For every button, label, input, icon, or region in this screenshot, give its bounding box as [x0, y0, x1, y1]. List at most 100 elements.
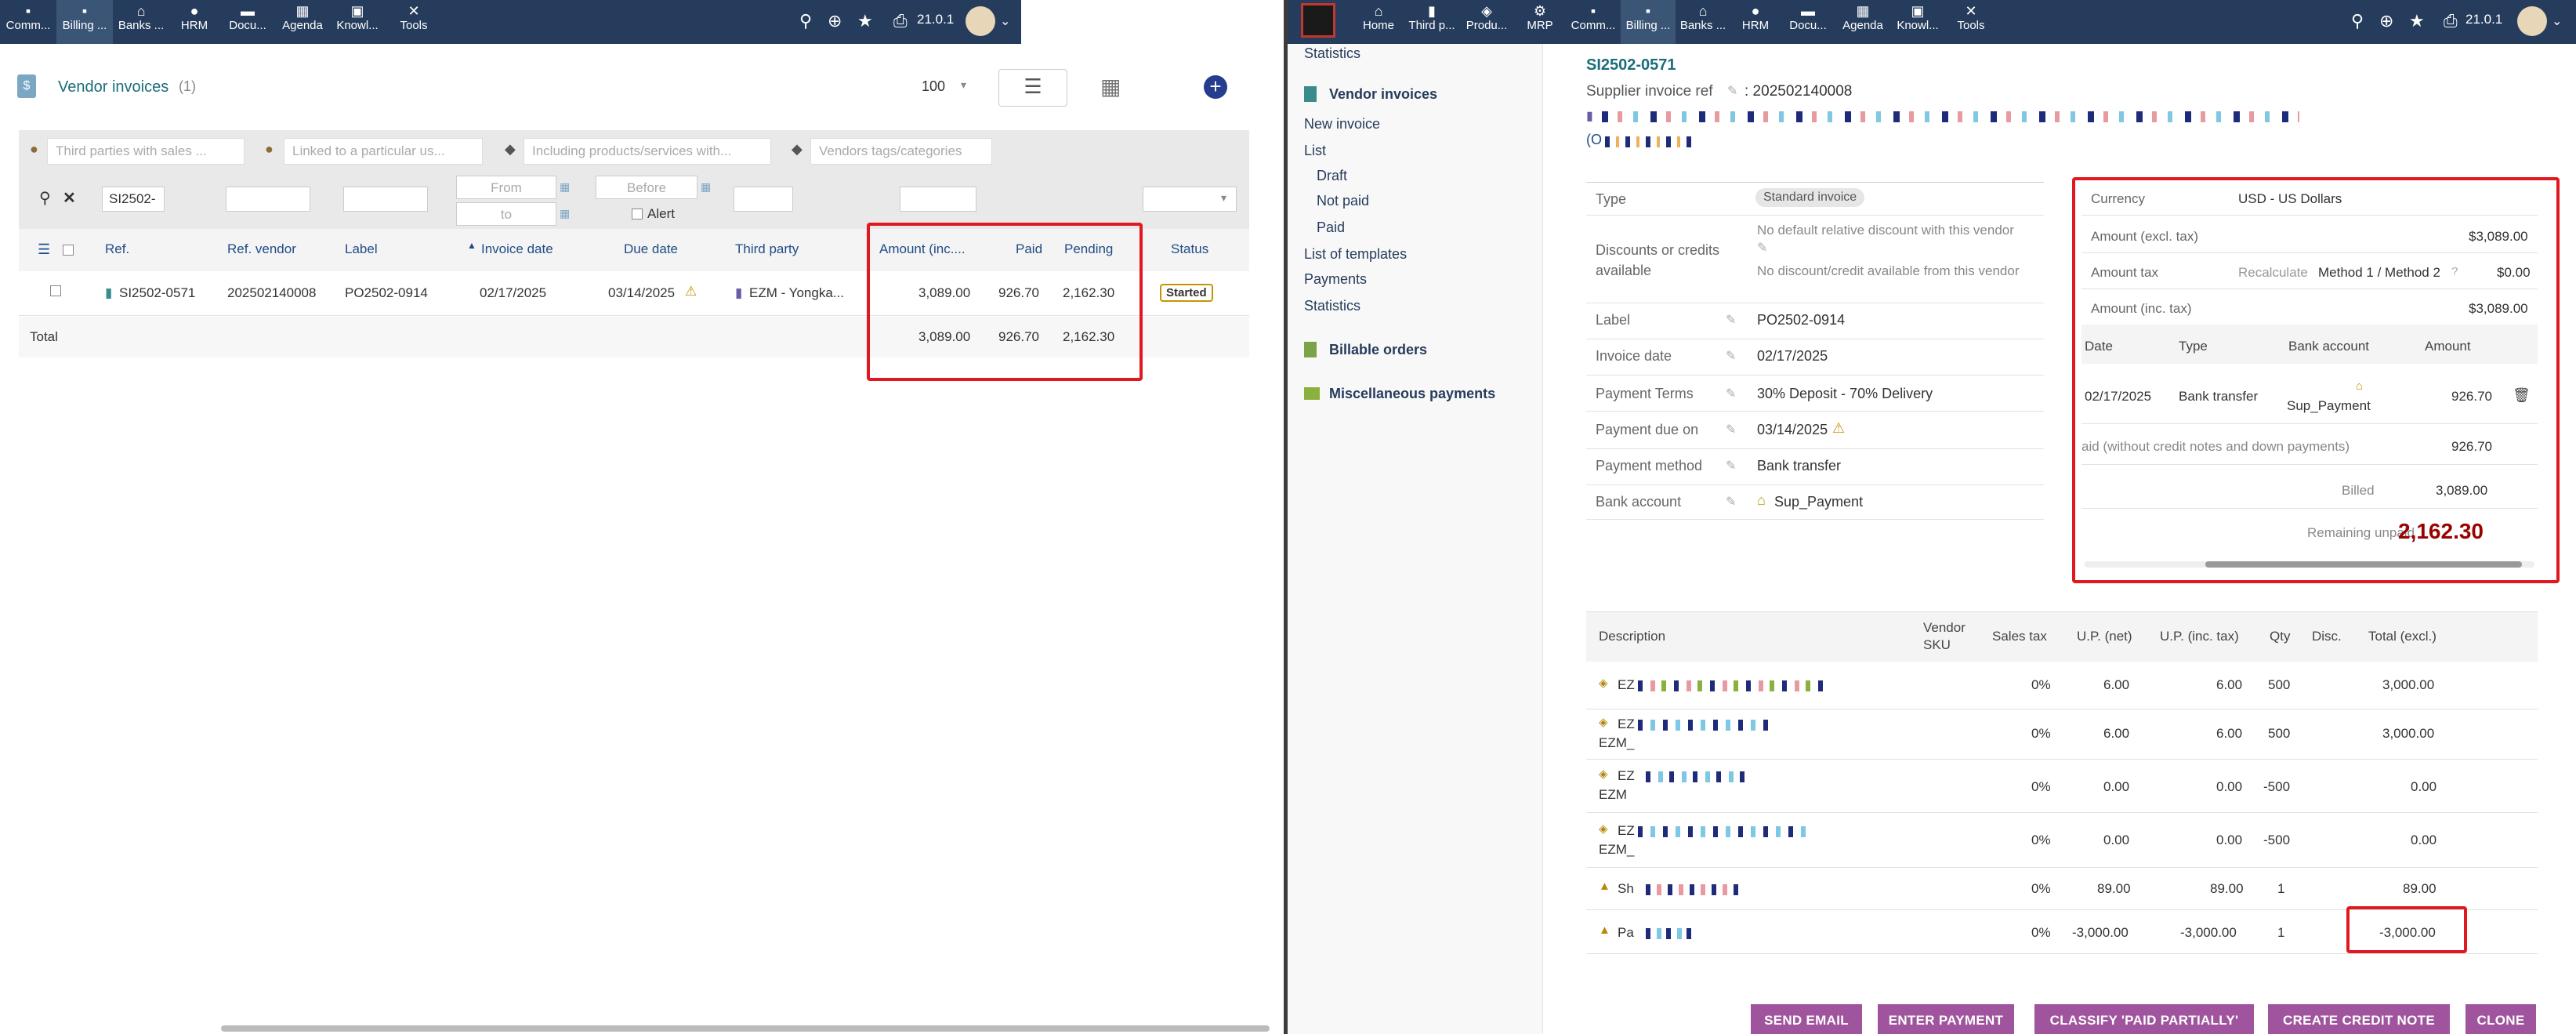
left-menu-documents[interactable]: ▬ Docu...: [219, 0, 276, 44]
edit-icon[interactable]: ✎: [1726, 348, 1736, 364]
enter-payment-button[interactable]: ENTER PAYMENT: [1878, 1004, 2014, 1034]
sidebar-draft[interactable]: Draft: [1317, 168, 1347, 184]
col-third-party[interactable]: Third party: [735, 241, 799, 257]
vendor-tags-filter[interactable]: Vendors tags/categories: [810, 138, 992, 165]
left-menu-banks[interactable]: ⌂ Banks ...: [113, 0, 169, 44]
date-from-input[interactable]: From: [456, 176, 556, 199]
edit-icon[interactable]: ✎: [1726, 312, 1736, 328]
right-menu-mrp[interactable]: ⚙ MRP: [1514, 0, 1566, 44]
redacted-company-name: [1602, 111, 2299, 122]
kanban-view-icon[interactable]: ▦: [1100, 74, 1121, 100]
left-menu-hrm[interactable]: ● HRM: [169, 0, 219, 44]
calendar-icon[interactable]: ▦: [560, 180, 570, 194]
ref-vendor-search-input[interactable]: [226, 187, 310, 212]
col-status[interactable]: Status: [1171, 241, 1208, 257]
redacted-description: [1638, 826, 1810, 837]
right-menu-commercial[interactable]: ▪ Comm...: [1566, 0, 1621, 44]
clear-filter-icon[interactable]: ✕: [63, 188, 76, 208]
right-menu-tools[interactable]: ✕ Tools: [1945, 0, 1997, 44]
row-checkbox[interactable]: [50, 285, 61, 296]
third-party-search-input[interactable]: [734, 187, 793, 212]
search-icon[interactable]: ⚲: [799, 11, 812, 31]
printer-icon[interactable]: ⎙: [2444, 11, 2458, 31]
col-label[interactable]: Label: [345, 241, 378, 257]
left-menu-tools[interactable]: ✕ Tools: [386, 0, 442, 44]
left-menu-commercial[interactable]: ▪ Comm...: [0, 0, 56, 44]
sidebar-not-paid[interactable]: Not paid: [1317, 193, 1369, 209]
right-menu-products[interactable]: ◈ Produ...: [1459, 0, 1514, 44]
calendar-icon[interactable]: ▦: [560, 207, 570, 220]
edit-icon[interactable]: ✎: [1726, 422, 1736, 437]
sidebar-statistics[interactable]: Statistics: [1304, 298, 1360, 314]
left-menu-agenda[interactable]: ▦ Agenda: [276, 0, 329, 44]
list-columns-icon[interactable]: ☰: [38, 241, 50, 258]
list-view-button[interactable]: ☰: [998, 69, 1067, 107]
col-invoice-date[interactable]: Invoice date: [481, 241, 553, 257]
label-search-input[interactable]: [343, 187, 428, 212]
sidebar-payments[interactable]: Payments: [1304, 271, 1367, 288]
right-menu-banks[interactable]: ⌂ Banks ...: [1676, 0, 1730, 44]
page-size-select[interactable]: 100: [922, 78, 945, 95]
date-to-input[interactable]: to: [456, 202, 556, 226]
plus-circle-icon[interactable]: ⊕: [828, 11, 842, 31]
edit-icon[interactable]: ✎: [1726, 458, 1736, 473]
app-logo[interactable]: [1301, 3, 1335, 38]
sidebar-billable-orders[interactable]: Billable orders: [1329, 342, 1427, 358]
line-total: 89.00: [2403, 881, 2437, 896]
row-ref-link[interactable]: SI2502-0571: [119, 285, 195, 301]
sidebar-vendor-invoices[interactable]: Vendor invoices: [1329, 86, 1437, 103]
right-menu-knowledge[interactable]: ▣ Knowl...: [1890, 0, 1945, 44]
right-menu-billing[interactable]: ▪ Billing ...: [1621, 0, 1676, 44]
right-menu-home[interactable]: ⌂ Home: [1353, 0, 1404, 44]
sidebar-new-invoice[interactable]: New invoice: [1304, 116, 1380, 132]
edit-icon[interactable]: ✎: [1757, 240, 1767, 256]
star-icon[interactable]: ★: [2409, 11, 2425, 31]
search-icon[interactable]: ⚲: [39, 188, 51, 208]
right-menu-documents[interactable]: ▬ Docu...: [1781, 0, 1835, 44]
edit-icon[interactable]: ✎: [1727, 83, 1737, 99]
star-icon[interactable]: ★: [857, 11, 873, 31]
col-ref-vendor[interactable]: Ref. vendor: [227, 241, 296, 257]
col-due-date[interactable]: Due date: [624, 241, 678, 257]
chevron-down-icon[interactable]: ⌄: [2552, 13, 2562, 29]
col-ref[interactable]: Ref.: [105, 241, 129, 257]
amount-search-input[interactable]: [900, 187, 976, 212]
bank-account-link[interactable]: Sup_Payment: [1774, 494, 1863, 510]
due-before-input[interactable]: Before: [596, 176, 697, 199]
avatar[interactable]: [966, 6, 995, 36]
edit-icon[interactable]: ✎: [1726, 386, 1736, 401]
new-invoice-button[interactable]: +: [1204, 75, 1227, 99]
classify-paid-partially-button[interactable]: CLASSIFY 'PAID PARTIALLY': [2034, 1004, 2254, 1034]
alert-checkbox[interactable]: [632, 209, 643, 219]
sidebar-list-templates[interactable]: List of templates: [1304, 246, 1407, 263]
right-menu-agenda[interactable]: ▦ Agenda: [1835, 0, 1890, 44]
printer-icon[interactable]: ⎙: [893, 11, 908, 31]
sidebar-paid[interactable]: Paid: [1317, 219, 1345, 236]
avatar[interactable]: [2517, 6, 2547, 36]
clone-button[interactable]: CLONE: [2465, 1004, 2536, 1034]
products-filter[interactable]: Including products/services with...: [524, 138, 771, 165]
linked-user-filter[interactable]: Linked to a particular us...: [284, 138, 483, 165]
sidebar-misc-payments[interactable]: Miscellaneous payments: [1329, 386, 1495, 402]
sidebar-statistics-top[interactable]: Statistics: [1304, 45, 1360, 62]
chevron-down-icon[interactable]: ⌄: [1000, 13, 1010, 29]
left-menu-knowledge[interactable]: ▣ Knowl...: [329, 0, 386, 44]
right-menu-third-parties[interactable]: ▮ Third p...: [1404, 0, 1459, 44]
horizontal-scrollbar[interactable]: [221, 1025, 1270, 1032]
row-third-party-link[interactable]: EZM - Yongka...: [749, 285, 844, 301]
plus-circle-icon[interactable]: ⊕: [2379, 11, 2393, 31]
calendar-icon[interactable]: ▦: [701, 180, 711, 194]
edit-icon[interactable]: ✎: [1726, 494, 1736, 510]
send-email-button[interactable]: SEND EMAIL: [1751, 1004, 1862, 1034]
company-icon: ▮: [735, 285, 743, 300]
tools-icon: ✕: [408, 3, 420, 19]
create-credit-note-button[interactable]: CREATE CREDIT NOTE: [2268, 1004, 2450, 1034]
ref-search-input[interactable]: SI2502-: [102, 187, 165, 212]
select-all-checkbox[interactable]: [63, 245, 74, 256]
sidebar-list[interactable]: List: [1304, 143, 1326, 159]
third-parties-filter[interactable]: Third parties with sales ...: [47, 138, 245, 165]
left-menu-billing[interactable]: ▪ Billing ...: [56, 0, 113, 44]
search-icon[interactable]: ⚲: [2351, 11, 2364, 31]
right-menu-hrm[interactable]: ● HRM: [1730, 0, 1781, 44]
payment-due-label: Payment due on: [1596, 422, 1699, 437]
